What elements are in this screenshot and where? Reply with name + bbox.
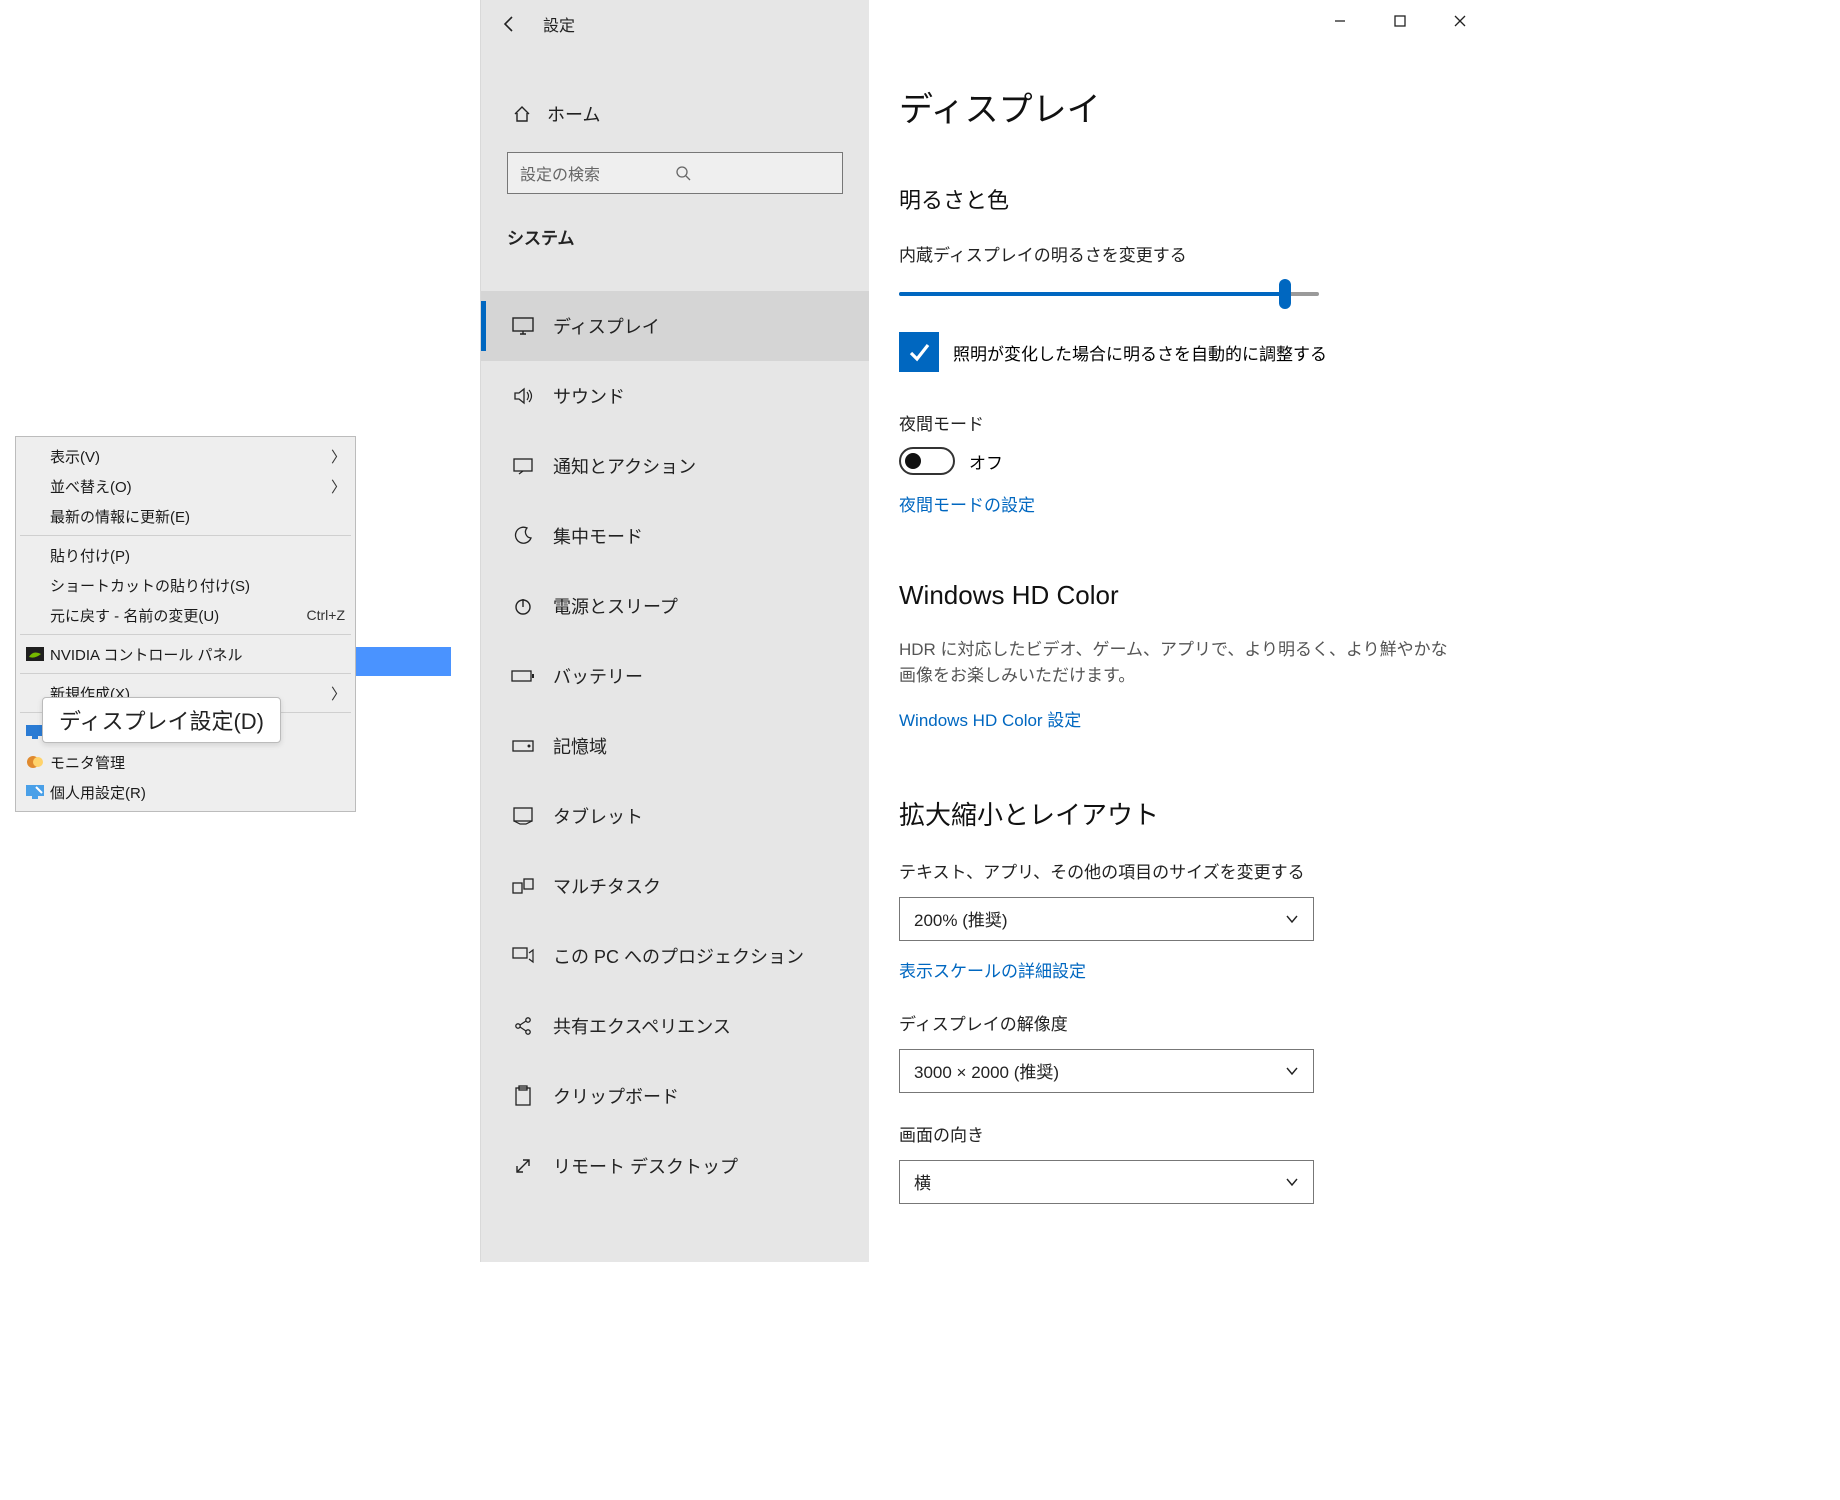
home-icon (507, 104, 537, 124)
monitor-icon (24, 753, 46, 771)
orientation-select[interactable]: 横 (899, 1160, 1314, 1204)
cm-item-paste-shortcut[interactable]: ショートカットの貼り付け(S) (18, 570, 353, 600)
scale-label: テキスト、アプリ、その他の項目のサイズを変更する (899, 858, 1490, 883)
nav-item-power[interactable]: 電源とスリープ (481, 571, 869, 641)
brightness-label: 内蔵ディスプレイの明るさを変更する (899, 241, 1490, 266)
search-input[interactable]: 設定の検索 (507, 152, 843, 194)
cm-item-undo-rename[interactable]: 元に戻す - 名前の変更(U)Ctrl+Z (18, 600, 353, 630)
nav-category: システム (481, 224, 869, 249)
separator (20, 535, 351, 536)
nav-item-clipboard[interactable]: クリップボード (481, 1061, 869, 1131)
tablet-icon (507, 807, 539, 825)
nav-item-battery[interactable]: バッテリー (481, 641, 869, 711)
display-icon (507, 317, 539, 335)
page-title: ディスプレイ (899, 82, 1490, 131)
night-mode-title: 夜間モード (899, 410, 1490, 435)
minimize-button[interactable] (1310, 0, 1370, 42)
settings-content: ディスプレイ 明るさと色 内蔵ディスプレイの明るさを変更する 照明が変化した場合… (869, 0, 1490, 1262)
brightness-slider[interactable] (899, 282, 1319, 306)
cm-item-monitor-manage[interactable]: モニタ管理 (18, 747, 353, 777)
section-scale: 拡大縮小とレイアウト (899, 795, 1490, 832)
scale-select[interactable]: 200% (推奨) (899, 897, 1314, 941)
battery-icon (507, 669, 539, 683)
multitask-icon (507, 878, 539, 894)
cm-item-sort[interactable]: 並べ替え(O)〉 (18, 471, 353, 501)
cm-item-paste[interactable]: 貼り付け(P) (18, 540, 353, 570)
nav-item-focus[interactable]: 集中モード (481, 501, 869, 571)
nav-home[interactable]: ホーム (481, 86, 869, 142)
chevron-down-icon (1285, 1177, 1299, 1187)
settings-window: 設定 ホーム 設定の検索 システム ディスプレイ サウ (480, 0, 1490, 1262)
chevron-right-icon: 〉 (331, 476, 345, 497)
nav-item-storage[interactable]: 記憶域 (481, 711, 869, 781)
hdcolor-link[interactable]: Windows HD Color 設定 (899, 706, 1490, 731)
night-mode-link[interactable]: 夜間モードの設定 (899, 491, 1490, 516)
clipboard-icon (507, 1085, 539, 1107)
resolution-label: ディスプレイの解像度 (899, 1010, 1490, 1035)
chevron-down-icon (1285, 914, 1299, 924)
nav-item-project[interactable]: この PC へのプロジェクション (481, 921, 869, 991)
section-hdcolor: Windows HD Color (899, 580, 1490, 611)
nav-items: ディスプレイ サウンド 通知とアクション 集中モード 電源とスリープ バッテリー (481, 291, 869, 1201)
window-controls (1310, 0, 1490, 42)
hdcolor-desc: HDR に対応したビデオ、ゲーム、アプリで、より明るく、より鮮やかな画像をお楽し… (899, 637, 1459, 690)
scale-link[interactable]: 表示スケールの詳細設定 (899, 957, 1490, 982)
night-mode-value: オフ (969, 449, 1003, 474)
nav-item-display[interactable]: ディスプレイ (481, 291, 869, 361)
chevron-down-icon (1285, 1066, 1299, 1076)
slider-thumb[interactable] (1279, 279, 1291, 309)
nav-item-shared[interactable]: 共有エクスペリエンス (481, 991, 869, 1061)
night-mode-toggle[interactable] (899, 447, 955, 475)
auto-brightness-checkbox[interactable] (899, 332, 939, 372)
cm-item-personalize[interactable]: 個人用設定(R) (18, 777, 353, 807)
separator (20, 673, 351, 674)
tooltip-display-settings: ディスプレイ設定(D) (42, 697, 281, 743)
separator (20, 634, 351, 635)
share-icon (507, 1016, 539, 1036)
chevron-right-icon: 〉 (331, 683, 345, 704)
project-icon (507, 947, 539, 965)
cm-item-nvidia[interactable]: NVIDIA コントロール パネル (18, 639, 353, 669)
power-icon (507, 596, 539, 616)
auto-brightness-label: 照明が変化した場合に明るさを自動的に調整する (953, 340, 1327, 365)
orientation-label: 画面の向き (899, 1121, 1490, 1146)
settings-nav: 設定 ホーム 設定の検索 システム ディスプレイ サウ (481, 0, 869, 1262)
search-icon (675, 165, 830, 181)
resolution-select[interactable]: 3000 × 2000 (推奨) (899, 1049, 1314, 1093)
nav-item-multitask[interactable]: マルチタスク (481, 851, 869, 921)
titlebar: 設定 (481, 0, 869, 48)
app-title: 設定 (543, 12, 575, 36)
remote-icon (507, 1156, 539, 1176)
sound-icon (507, 387, 539, 405)
desktop-context-menu: 表示(V)〉 並べ替え(O)〉 最新の情報に更新(E) 貼り付け(P) ショート… (15, 436, 356, 812)
moon-icon (507, 526, 539, 546)
maximize-button[interactable] (1370, 0, 1430, 42)
nav-item-remote[interactable]: リモート デスクトップ (481, 1131, 869, 1201)
back-button[interactable] (489, 4, 529, 44)
nav-item-sound[interactable]: サウンド (481, 361, 869, 431)
nvidia-icon (24, 645, 46, 663)
storage-icon (507, 740, 539, 752)
selection-highlight (356, 647, 451, 676)
cm-item-view[interactable]: 表示(V)〉 (18, 441, 353, 471)
close-button[interactable] (1430, 0, 1490, 42)
nav-item-tablet[interactable]: タブレット (481, 781, 869, 851)
personalize-icon (24, 783, 46, 801)
section-brightness: 明るさと色 (899, 183, 1490, 215)
cm-item-refresh[interactable]: 最新の情報に更新(E) (18, 501, 353, 531)
notify-icon (507, 457, 539, 475)
chevron-right-icon: 〉 (331, 446, 345, 467)
nav-item-notifications[interactable]: 通知とアクション (481, 431, 869, 501)
